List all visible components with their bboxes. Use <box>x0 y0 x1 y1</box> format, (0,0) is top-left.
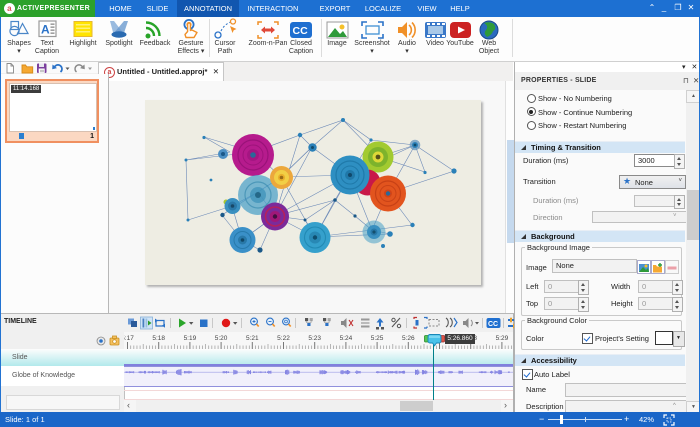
svg-text:5:22: 5:22 <box>277 335 290 342</box>
svg-text:5:20: 5:20 <box>215 335 228 342</box>
svg-text:5:29: 5:29 <box>496 335 509 342</box>
svg-text:5:21: 5:21 <box>246 335 259 342</box>
svg-text:5:25: 5:25 <box>371 335 384 342</box>
svg-text:5:23: 5:23 <box>308 335 321 342</box>
svg-text:5:26: 5:26 <box>402 335 415 342</box>
svg-text:5:24: 5:24 <box>340 335 353 342</box>
svg-text:CC: CC <box>293 25 309 37</box>
svg-text:5:17: 5:17 <box>124 335 134 342</box>
svg-text:5:19: 5:19 <box>184 335 197 342</box>
svg-text:A: A <box>41 23 50 37</box>
svg-text:CC: CC <box>488 321 498 328</box>
svg-text:5:18: 5:18 <box>152 335 165 342</box>
